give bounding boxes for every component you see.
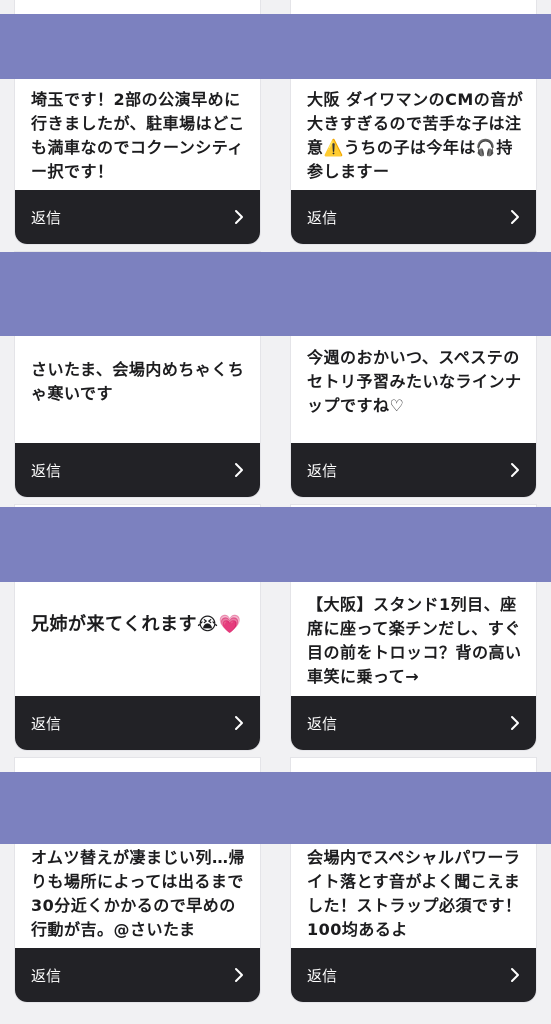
chevron-right-icon: [235, 716, 243, 730]
reply-button[interactable]: 返信: [15, 696, 260, 750]
comment-text: 兄姉が来てくれます😭💗: [31, 614, 242, 635]
reply-button[interactable]: 返信: [15, 443, 260, 497]
reply-button[interactable]: 返信: [291, 190, 536, 244]
reply-label: 返信: [31, 714, 62, 733]
reply-label: 返信: [307, 966, 338, 985]
reply-button[interactable]: 返信: [15, 190, 260, 244]
reply-button[interactable]: 返信: [291, 948, 536, 1002]
redaction-band: [0, 14, 551, 79]
reply-button[interactable]: 返信: [291, 443, 536, 497]
comment-text: 今週のおかいつ、スペステのセトリ予習みたいなラインナップですね♡: [307, 348, 522, 415]
chevron-right-icon: [235, 463, 243, 477]
reply-label: 返信: [31, 461, 62, 480]
chevron-right-icon: [511, 968, 519, 982]
redaction-band: [0, 772, 551, 844]
redaction-band: [0, 252, 551, 336]
reply-button[interactable]: 返信: [15, 948, 260, 1002]
chevron-right-icon: [235, 968, 243, 982]
chevron-right-icon: [511, 716, 519, 730]
reply-label: 返信: [31, 208, 62, 227]
redaction-band: [0, 507, 551, 582]
comment-text: 大阪 ダイワマンのCMの音が大きすぎるので苦手な子は注意⚠️うちの子は今年は🎧持…: [307, 90, 524, 181]
chevron-right-icon: [511, 210, 519, 224]
chevron-right-icon: [235, 210, 243, 224]
reply-label: 返信: [307, 714, 338, 733]
comment-text: 埼玉です！2部の公演早めに行きましたが、駐車場はどこも満車なのでコクーンシティー…: [31, 90, 245, 181]
reply-label: 返信: [31, 966, 62, 985]
comment-text: 【大阪】スタンド1列目、座席に座って楽チンだし、すぐ目の前をトロッコ？背の高い車…: [307, 595, 522, 686]
reply-label: 返信: [307, 208, 338, 227]
comment-text: オムツ替えが凄まじい列…帰りも場所によっては出るまで30分近くかかるので早めの行…: [31, 848, 246, 939]
comment-text: 会場内でスペシャルパワーライト落とす音がよく聞こえました！ストラップ必須です！1…: [307, 848, 522, 939]
reply-label: 返信: [307, 461, 338, 480]
comment-text: さいたま、会場内めちゃくちゃ寒いです: [31, 360, 245, 403]
chevron-right-icon: [511, 463, 519, 477]
reply-button[interactable]: 返信: [291, 696, 536, 750]
